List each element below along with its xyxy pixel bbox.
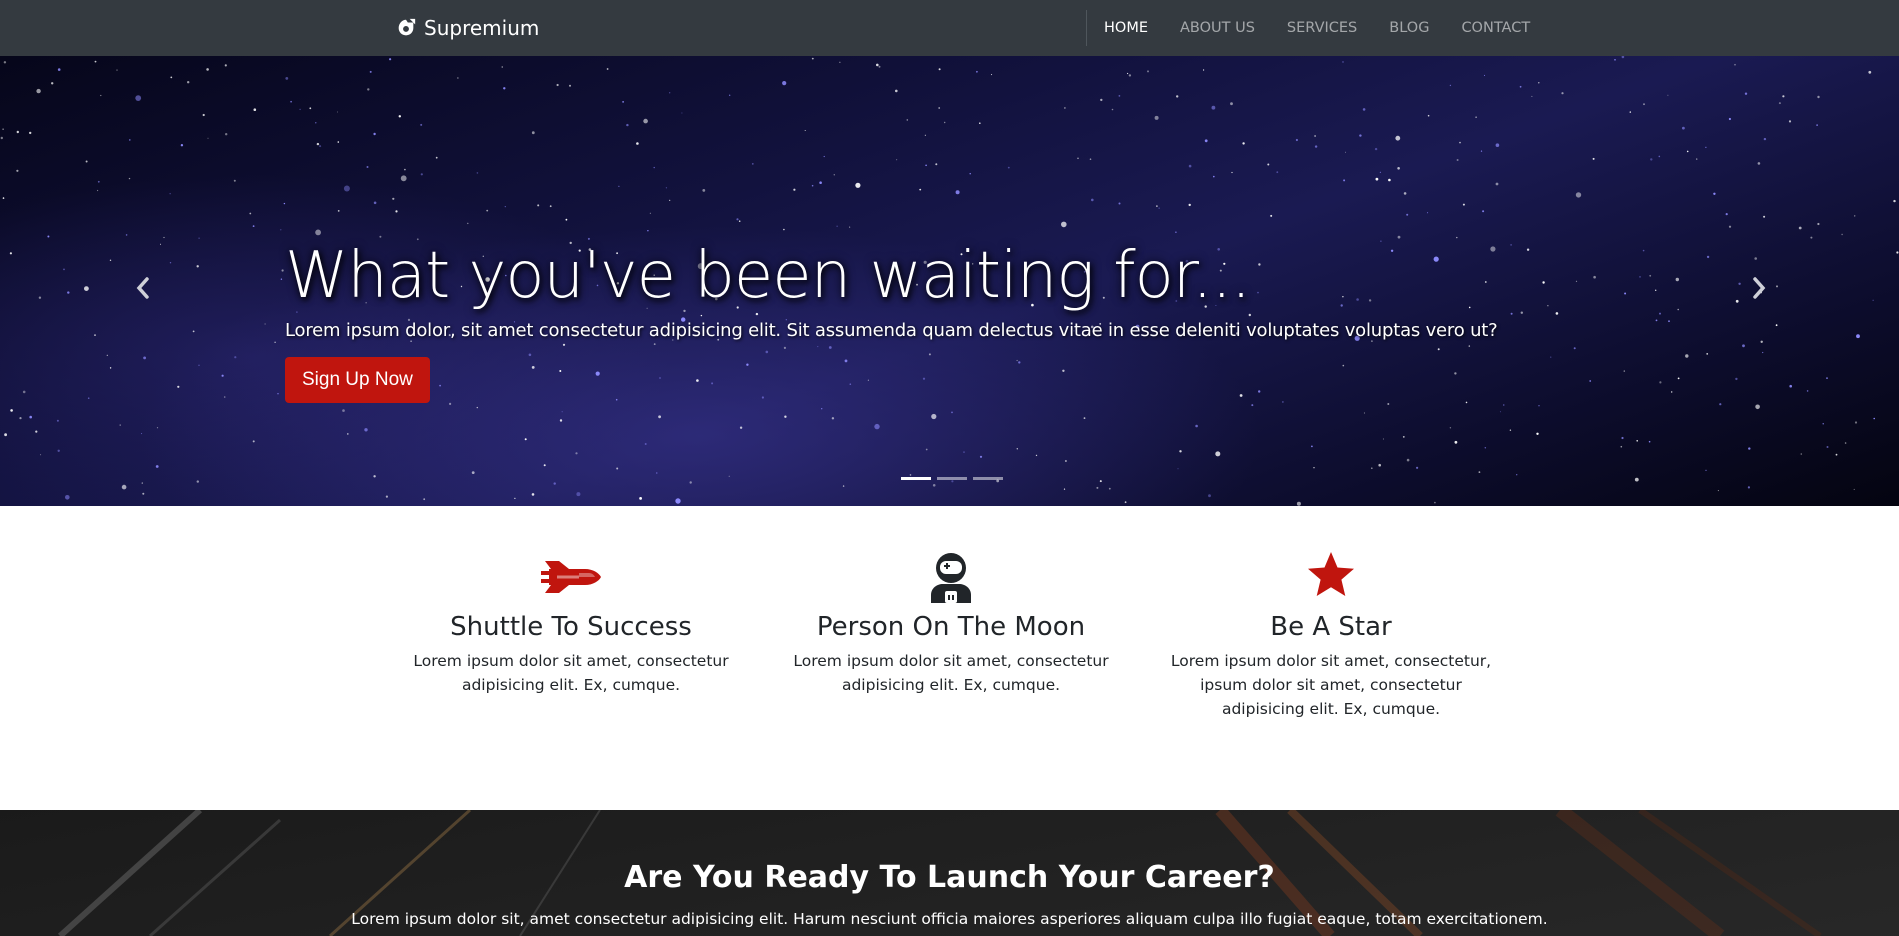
cta-title: Are You Ready To Launch Your Career? xyxy=(624,860,1275,895)
cta-section: Are You Ready To Launch Your Career? Lor… xyxy=(0,810,1899,936)
space-shuttle-icon xyxy=(541,561,601,593)
nav-link-blog[interactable]: BLOG xyxy=(1373,0,1445,56)
star-icon xyxy=(1308,552,1354,596)
main-nav: HOME ABOUT US SERVICES BLOG CONTACT xyxy=(1088,0,1546,56)
nav-divider xyxy=(1086,10,1087,46)
nav-link-services[interactable]: SERVICES xyxy=(1271,0,1373,56)
brand-link[interactable]: Supremium xyxy=(395,15,539,41)
astronaut-icon xyxy=(931,553,971,603)
carousel-prev-button[interactable] xyxy=(128,264,158,312)
feature-text: Lorem ipsum dolor sit amet, consectetur … xyxy=(793,652,1109,694)
feature-title: Be A Star xyxy=(1270,612,1392,642)
nav-link-about-us[interactable]: ABOUT US xyxy=(1164,0,1271,56)
hero-carousel: What you've been waiting for... Lorem ip… xyxy=(0,56,1899,506)
navbar: Supremium HOME ABOUT US SERVICES BLOG CO… xyxy=(0,0,1899,56)
hero-title: What you've been waiting for... xyxy=(285,239,1251,313)
nav-link-contact[interactable]: CONTACT xyxy=(1445,0,1546,56)
chevron-left-icon xyxy=(136,277,149,299)
feature-text: Lorem ipsum dolor sit amet, consectetur … xyxy=(413,652,729,694)
feature-title: Person On The Moon xyxy=(816,612,1086,642)
features-section: Shuttle To Success Lorem ipsum dolor sit… xyxy=(0,506,1899,810)
cta-text: Lorem ipsum dolor sit, amet consectetur … xyxy=(351,910,1548,928)
sign-up-button[interactable]: Sign Up Now xyxy=(285,357,430,403)
carousel-indicator-2[interactable] xyxy=(937,477,967,480)
feature-title: Shuttle To Success xyxy=(450,612,692,642)
feature-text: Lorem ipsum dolor sit amet, consectetur,… xyxy=(1170,652,1492,718)
carousel-next-button[interactable] xyxy=(1744,264,1774,312)
hero-text: Lorem ipsum dolor, sit amet consectetur … xyxy=(285,320,1498,341)
feature-astronaut: Person On The Moon Lorem ipsum dolor sit… xyxy=(781,551,1121,697)
feature-shuttle: Shuttle To Success Lorem ipsum dolor sit… xyxy=(401,551,741,697)
chevron-right-icon xyxy=(1753,277,1766,299)
carousel-indicator-1[interactable] xyxy=(901,477,931,480)
carousel-indicators xyxy=(901,477,1003,480)
carousel-indicator-3[interactable] xyxy=(973,477,1003,480)
brand-name: Supremium xyxy=(424,16,540,40)
rocket-logo-icon xyxy=(398,18,416,36)
nav-link-home[interactable]: HOME xyxy=(1088,0,1164,56)
hero-caption: What you've been waiting for... Lorem ip… xyxy=(285,236,1498,403)
feature-star: Be A Star Lorem ipsum dolor sit amet, co… xyxy=(1161,551,1501,721)
